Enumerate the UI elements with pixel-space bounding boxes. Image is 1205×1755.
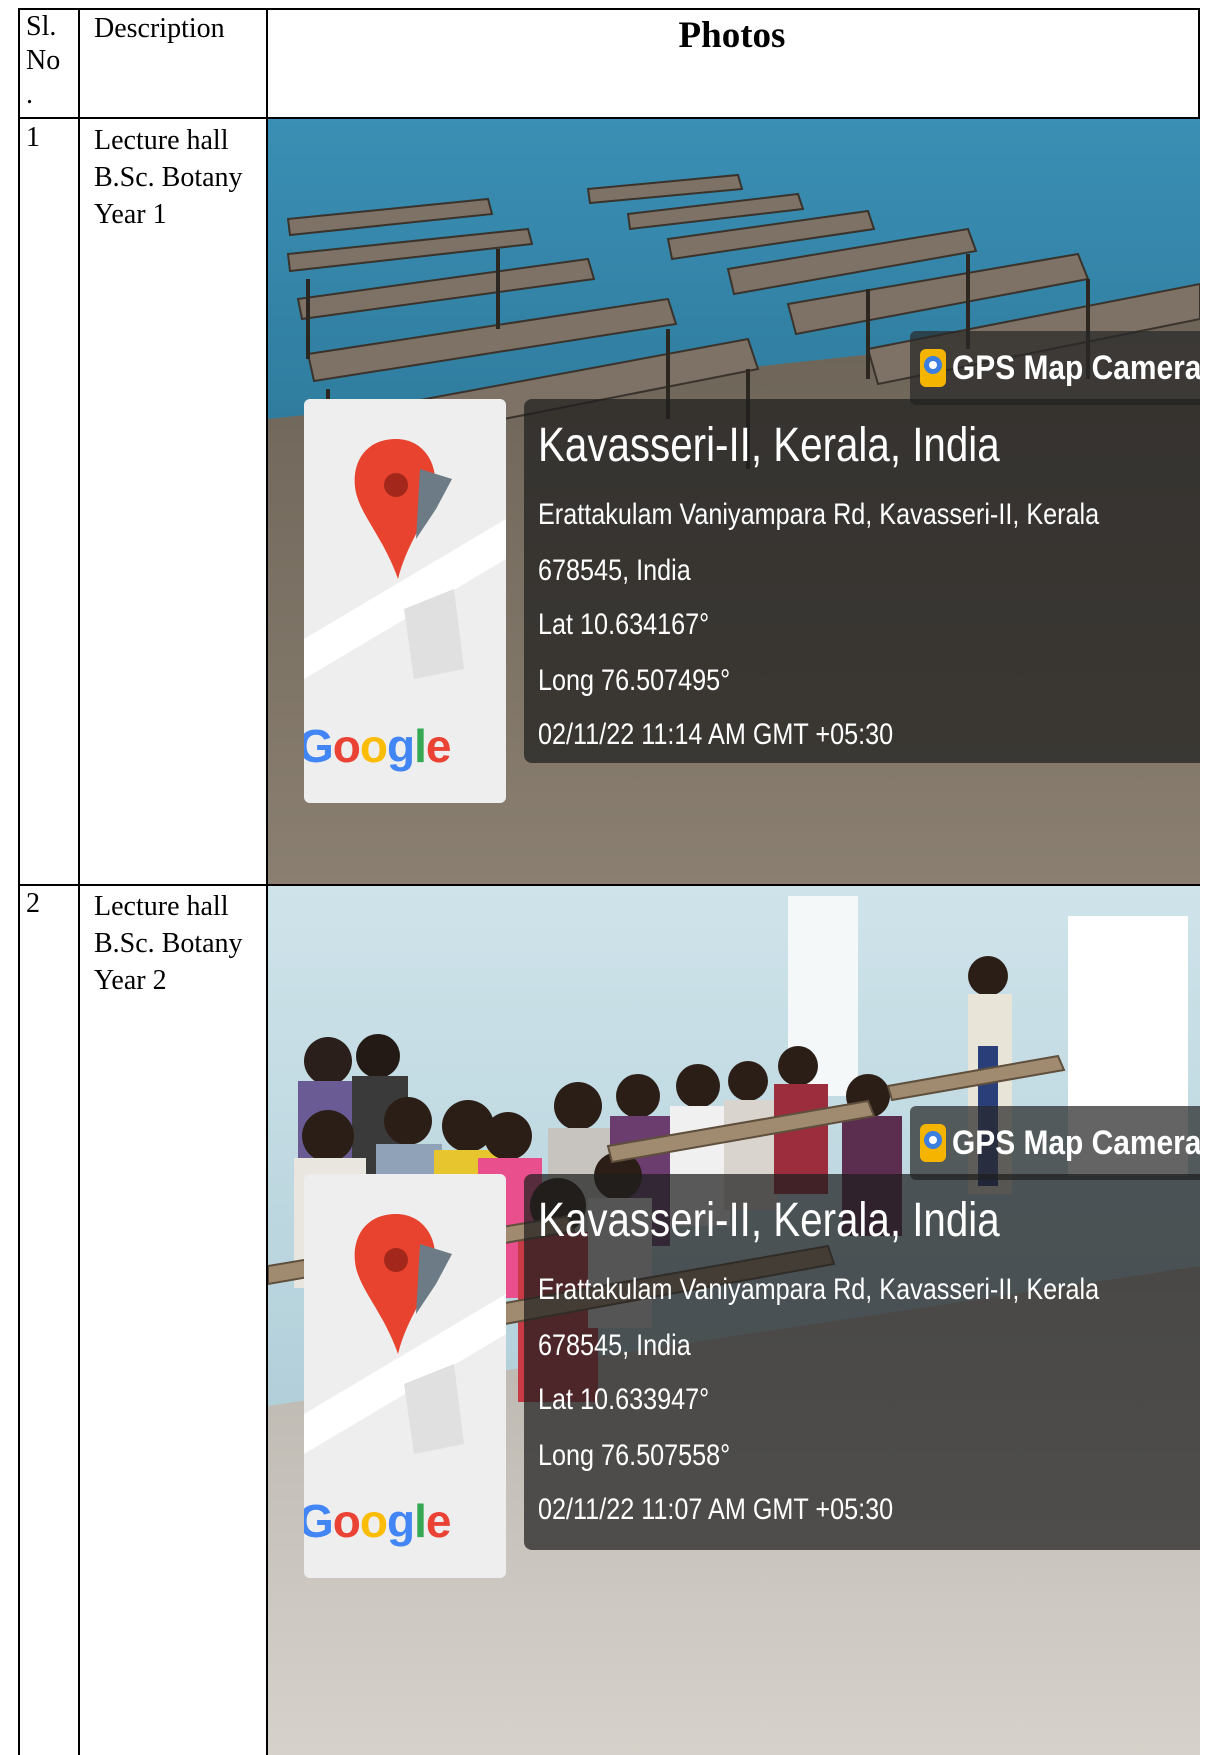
google-logo: Google bbox=[304, 720, 451, 772]
address-line-1: Erattakulam Vaniyampara Rd, Kavasseri-II… bbox=[538, 498, 1100, 531]
header-sl-no: Sl. No . bbox=[26, 11, 61, 110]
gps-badge: GPS Map Camera bbox=[910, 1106, 1200, 1180]
map-pin-icon bbox=[354, 1214, 452, 1354]
address-line-1: Erattakulam Vaniyampara Rd, Kavasseri-II… bbox=[538, 1273, 1100, 1306]
address-line-2: 678545, India bbox=[538, 1329, 691, 1362]
address-line-2: 678545, India bbox=[538, 554, 691, 587]
location-info-box: Kavasseri-II, Kerala, India Erattakulam … bbox=[524, 399, 1200, 763]
location-info-box: Kavasseri-II, Kerala, India Erattakulam … bbox=[524, 1174, 1200, 1550]
gps-map-camera-icon bbox=[920, 349, 946, 387]
map-pin-icon bbox=[354, 439, 452, 579]
row-1-description: Lecture hall B.Sc. Botany Year 1 bbox=[94, 125, 243, 230]
location-title: Kavasseri-II, Kerala, India bbox=[538, 1194, 1000, 1247]
google-logo: Google bbox=[304, 1495, 451, 1547]
latitude: Lat 10.633947° bbox=[538, 1383, 710, 1416]
header-photos: Photos bbox=[678, 15, 786, 56]
timestamp: 02/11/22 11:14 AM GMT +05:30 bbox=[538, 718, 894, 751]
longitude: Long 76.507558° bbox=[538, 1439, 731, 1472]
row-2-photo: GPS Map Camera Google Kavasseri-II, Kera… bbox=[268, 886, 1200, 1755]
longitude: Long 76.507495° bbox=[538, 664, 731, 697]
timestamp: 02/11/22 11:07 AM GMT +05:30 bbox=[538, 1493, 894, 1526]
map-thumbnail: Google bbox=[304, 399, 506, 803]
map-thumbnail: Google bbox=[304, 1174, 506, 1578]
row-2-sl: 2 bbox=[26, 888, 40, 919]
header-description: Description bbox=[94, 13, 225, 44]
row-2-description: Lecture hall B.Sc. Botany Year 2 bbox=[94, 891, 243, 996]
row-1-photo: GPS Map Camera Google Kavasseri-II, Kera… bbox=[268, 119, 1200, 884]
row-1-sl: 1 bbox=[26, 122, 40, 153]
gps-badge: GPS Map Camera bbox=[910, 331, 1200, 405]
location-title: Kavasseri-II, Kerala, India bbox=[538, 419, 1000, 472]
gps-map-camera-icon bbox=[920, 1124, 946, 1162]
latitude: Lat 10.634167° bbox=[538, 608, 710, 641]
